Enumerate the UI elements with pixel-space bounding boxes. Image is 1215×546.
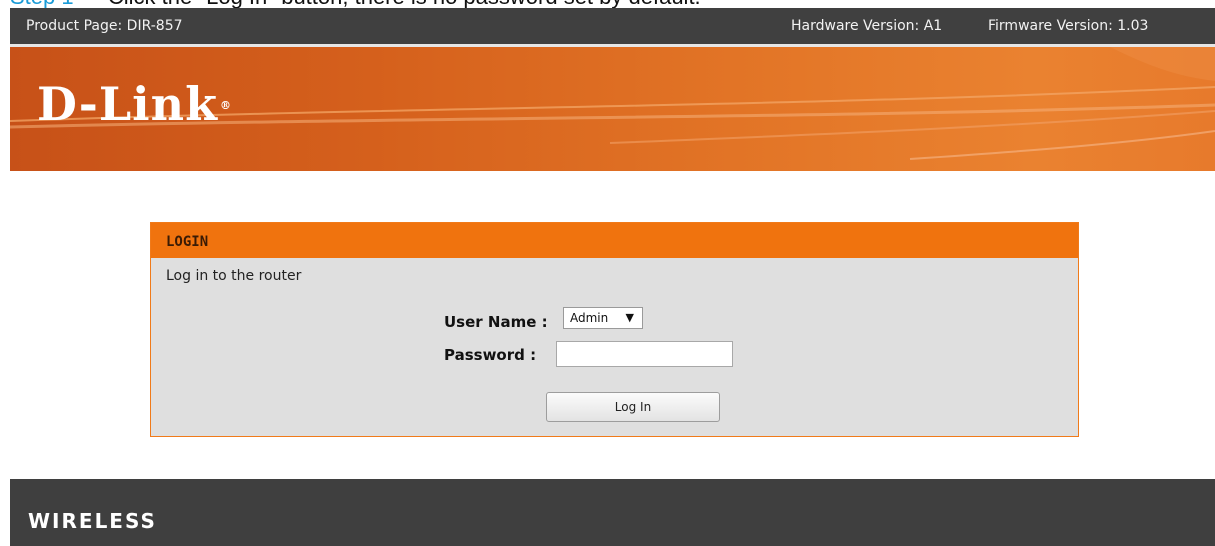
login-subtitle: Log in to the router bbox=[166, 268, 302, 284]
hardware-version: Hardware Version: A1 bbox=[791, 18, 943, 34]
footer-bar: WIRELESS bbox=[10, 479, 1215, 546]
instruction-text: Step 1 — Click the "Log In" button; ther… bbox=[10, 0, 701, 8]
password-field[interactable] bbox=[556, 341, 733, 367]
login-panel: LOGIN Log in to the router User Name : A… bbox=[150, 222, 1079, 437]
firmware-version: Firmware Version: 1.03 bbox=[988, 18, 1149, 34]
username-selected-value: Admin bbox=[570, 311, 609, 325]
login-button[interactable]: Log In bbox=[546, 392, 720, 422]
brand-banner: D-Link ® bbox=[10, 47, 1215, 171]
username-label: User Name : bbox=[444, 313, 548, 331]
password-label: Password : bbox=[444, 346, 537, 364]
product-page-link[interactable]: Product Page: DIR-857 bbox=[26, 8, 183, 44]
dropdown-arrow-icon: ▼ bbox=[625, 311, 634, 324]
logo-registered-mark: ® bbox=[219, 99, 232, 112]
top-info-bar: Product Page: DIR-857 Hardware Version: … bbox=[10, 8, 1215, 44]
dlink-logo: D-Link ® bbox=[37, 79, 232, 129]
username-select[interactable]: Admin ▼ bbox=[563, 307, 643, 329]
footer-wireless-label: WIRELESS bbox=[28, 509, 157, 533]
login-panel-title: LOGIN bbox=[151, 223, 1078, 258]
logo-text: D-Link bbox=[37, 77, 218, 131]
